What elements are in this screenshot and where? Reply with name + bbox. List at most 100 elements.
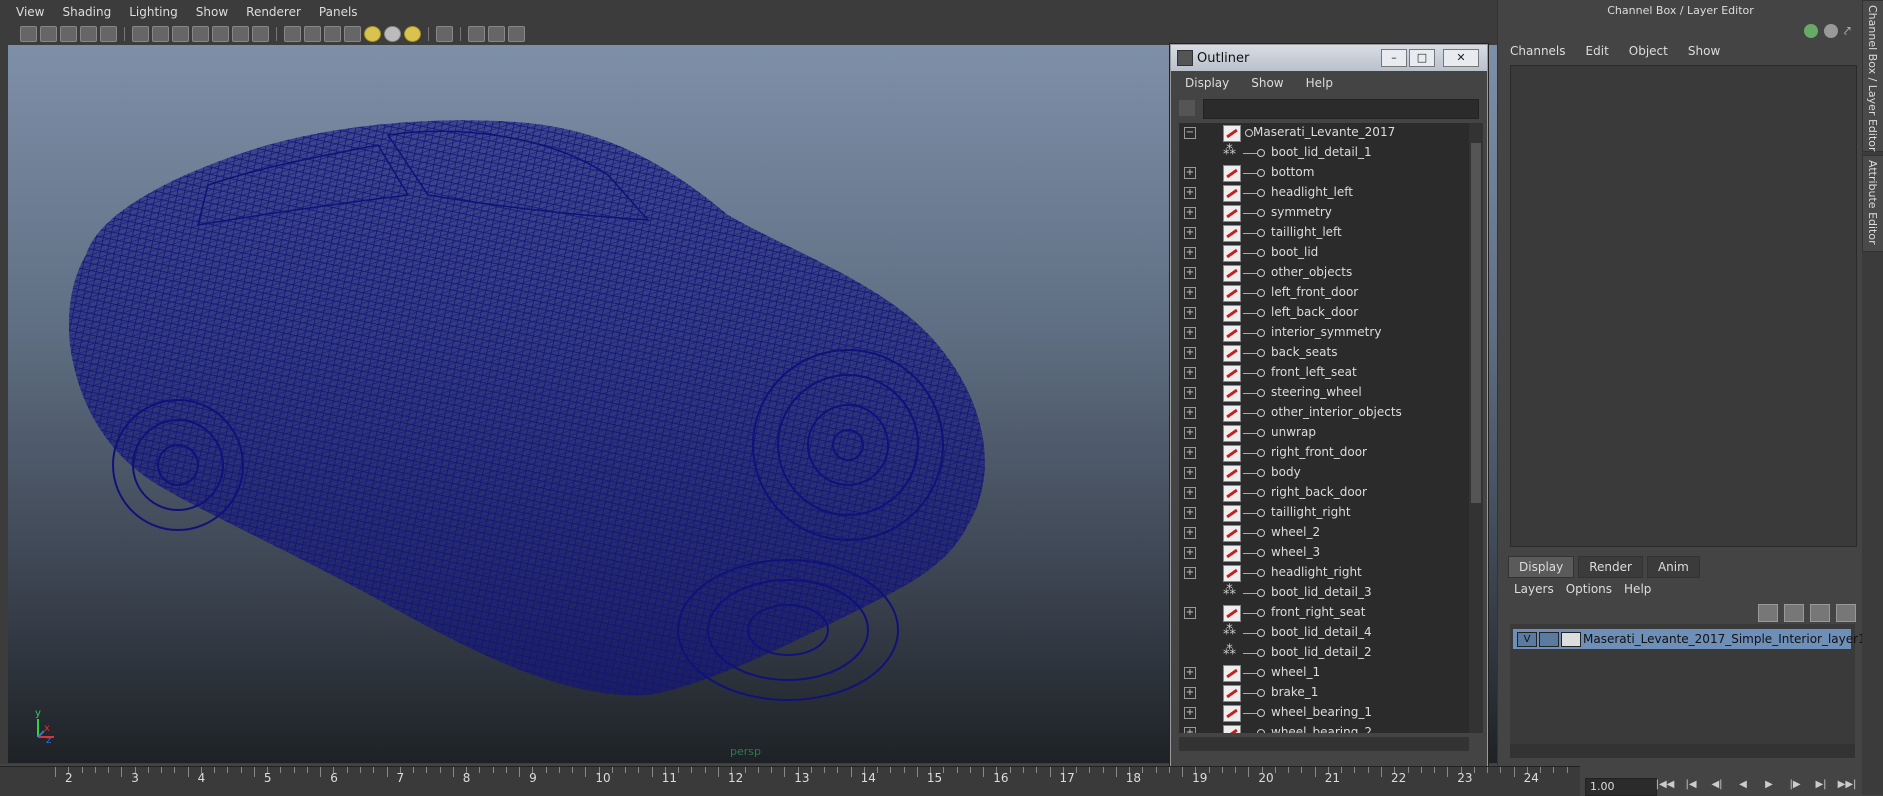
outliner-item[interactable]: + headlight_left <box>1179 183 1469 203</box>
smooth-shade-icon[interactable] <box>304 26 321 42</box>
outliner-item[interactable]: + other_objects <box>1179 263 1469 283</box>
play-backwards-icon[interactable]: ◀ <box>1733 778 1753 792</box>
outliner-item[interactable]: + wheel_1 <box>1179 663 1469 683</box>
pick-icon[interactable]: ⤤ <box>1844 24 1858 38</box>
outliner-list[interactable]: − Maserati_Levante_2017 ⁂ boot_lid_detail_1… <box>1179 123 1469 733</box>
outliner-item[interactable]: ⁂ boot_lid_detail_1 <box>1179 143 1469 163</box>
move-layer-down-icon[interactable] <box>1784 604 1804 622</box>
field-chart-icon[interactable] <box>212 26 229 42</box>
outliner-item[interactable]: + body <box>1179 463 1469 483</box>
expand-icon[interactable]: + <box>1184 227 1196 239</box>
film-gate-icon[interactable] <box>152 26 169 42</box>
move-layer-up-icon[interactable] <box>1758 604 1778 622</box>
le-menu-layers[interactable]: Layers <box>1514 582 1566 596</box>
layer-list[interactable]: V Maserati_Levante_2017_Simple_Interior_… <box>1510 624 1866 748</box>
expand-icon[interactable]: + <box>1184 427 1196 439</box>
outliner-item[interactable]: + interior_symmetry <box>1179 323 1469 343</box>
expand-icon[interactable]: + <box>1184 367 1196 379</box>
sticky-icon[interactable] <box>1804 24 1818 38</box>
expand-icon[interactable]: + <box>1184 707 1196 719</box>
tab-display[interactable]: Display <box>1508 556 1575 578</box>
new-layer-icon[interactable] <box>1810 604 1830 622</box>
minimize-button[interactable]: – <box>1381 49 1407 67</box>
outliner-item[interactable]: + other_interior_objects <box>1179 403 1469 423</box>
step-back-frame-icon[interactable]: |◀ <box>1681 778 1701 792</box>
expand-icon[interactable]: + <box>1184 407 1196 419</box>
outliner-item[interactable]: + wheel_bearing_1 <box>1179 703 1469 723</box>
expand-icon[interactable]: + <box>1184 607 1196 619</box>
expand-icon[interactable]: + <box>1184 187 1196 199</box>
expand-icon[interactable]: + <box>1184 387 1196 399</box>
go-to-end-icon[interactable]: ▶▶| <box>1837 778 1857 792</box>
grease-pencil-icon[interactable] <box>100 26 117 42</box>
safe-title-icon[interactable] <box>252 26 269 42</box>
tab-attribute-editor[interactable]: Attribute Editor <box>1862 155 1883 252</box>
maximize-button[interactable]: □ <box>1409 49 1435 67</box>
step-forward-frame-icon[interactable]: ▶| <box>1811 778 1831 792</box>
bookmark-icon[interactable] <box>60 26 77 42</box>
outliner-item[interactable]: + bottom <box>1179 163 1469 183</box>
outliner-item[interactable]: + left_back_door <box>1179 303 1469 323</box>
cb-menu-object[interactable]: Object <box>1629 44 1688 58</box>
layer-playback-toggle[interactable] <box>1539 632 1559 647</box>
expand-icon[interactable]: + <box>1184 207 1196 219</box>
outliner-item[interactable]: + taillight_right <box>1179 503 1469 523</box>
step-back-key-icon[interactable]: ◀| <box>1707 778 1727 792</box>
expand-icon[interactable]: + <box>1184 307 1196 319</box>
outliner-item[interactable]: + right_front_door <box>1179 443 1469 463</box>
layer-visibility-toggle[interactable]: V <box>1517 632 1537 647</box>
current-frame-field[interactable]: 1.00 <box>1585 778 1657 796</box>
new-layer-from-selection-icon[interactable] <box>1836 604 1856 622</box>
tab-channel-box[interactable]: Channel Box / Layer Editor <box>1862 0 1883 152</box>
expand-icon[interactable]: + <box>1184 527 1196 539</box>
ambient-occlusion-icon[interactable] <box>404 26 421 42</box>
cb-menu-channels[interactable]: Channels <box>1510 44 1586 58</box>
outliner-vertical-scrollbar[interactable] <box>1469 123 1483 733</box>
cb-menu-show[interactable]: Show <box>1688 44 1740 58</box>
channel-box-area[interactable] <box>1510 65 1857 547</box>
outliner-item[interactable]: + symmetry <box>1179 203 1469 223</box>
outliner-item[interactable]: + unwrap <box>1179 423 1469 443</box>
grid-icon[interactable] <box>132 26 149 42</box>
play-forwards-icon[interactable]: ▶ <box>1759 778 1779 792</box>
menu-view[interactable]: View <box>8 5 54 19</box>
resolution-gate-icon[interactable] <box>172 26 189 42</box>
outliner-horizontal-scrollbar[interactable] <box>1179 737 1469 751</box>
expand-icon[interactable]: + <box>1184 727 1196 733</box>
step-forward-key-icon[interactable]: |▶ <box>1785 778 1805 792</box>
wireframe-on-shaded-icon[interactable] <box>324 26 341 42</box>
expand-icon[interactable]: + <box>1184 487 1196 499</box>
tab-anim[interactable]: Anim <box>1646 556 1700 578</box>
outliner-item[interactable]: + boot_lid <box>1179 243 1469 263</box>
outliner-item[interactable]: + wheel_3 <box>1179 543 1469 563</box>
menu-panels[interactable]: Panels <box>311 5 368 19</box>
outliner-item[interactable]: − Maserati_Levante_2017 <box>1179 123 1469 143</box>
wireframe-icon[interactable] <box>284 26 301 42</box>
image-plane-icon[interactable] <box>80 26 97 42</box>
outliner-menu-show[interactable]: Show <box>1237 76 1291 90</box>
lighting-icon[interactable] <box>364 26 381 42</box>
outliner-item[interactable]: + taillight_left <box>1179 223 1469 243</box>
outliner-item[interactable]: ⁂ boot_lid_detail_4 <box>1179 623 1469 643</box>
shadows-icon[interactable] <box>384 26 401 42</box>
menu-lighting[interactable]: Lighting <box>121 5 188 19</box>
layer-color-swatch[interactable] <box>1561 632 1581 647</box>
expand-icon[interactable]: + <box>1184 507 1196 519</box>
go-to-start-icon[interactable]: |◀◀ <box>1655 778 1675 792</box>
camera-select-icon[interactable] <box>20 26 37 42</box>
outliner-item[interactable]: + back_seats <box>1179 343 1469 363</box>
pin-icon[interactable] <box>1824 24 1838 38</box>
expand-icon[interactable]: + <box>1184 267 1196 279</box>
menu-show[interactable]: Show <box>188 5 238 19</box>
outliner-item[interactable]: + front_right_seat <box>1179 603 1469 623</box>
menu-renderer[interactable]: Renderer <box>238 5 311 19</box>
close-button[interactable]: ✕ <box>1443 49 1479 67</box>
tab-render[interactable]: Render <box>1578 556 1643 578</box>
outliner-item[interactable]: + brake_1 <box>1179 683 1469 703</box>
outliner-menu-display[interactable]: Display <box>1171 76 1237 90</box>
cb-menu-edit[interactable]: Edit <box>1586 44 1629 58</box>
outliner-item[interactable]: ⁂ boot_lid_detail_3 <box>1179 583 1469 603</box>
outliner-item[interactable]: + right_back_door <box>1179 483 1469 503</box>
layer-name[interactable]: Maserati_Levante_2017_Simple_Interior_la… <box>1583 632 1866 646</box>
filter-icon[interactable] <box>1179 100 1195 116</box>
